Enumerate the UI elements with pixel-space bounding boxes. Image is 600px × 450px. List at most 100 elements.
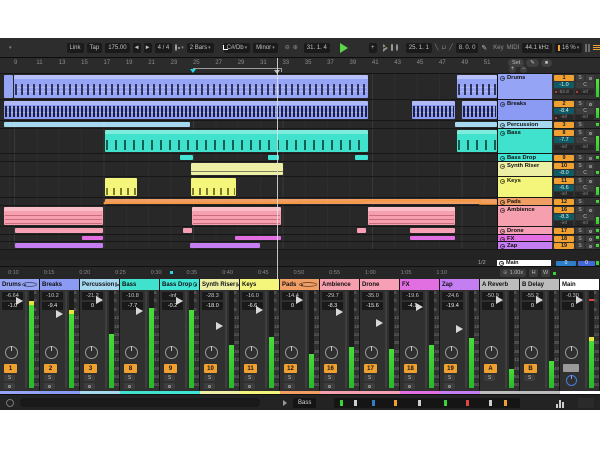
- drone-clip[interactable]: [15, 228, 103, 233]
- arm-button[interactable]: [586, 101, 594, 107]
- fader-handle[interactable]: [456, 325, 463, 333]
- fader-handle[interactable]: [176, 297, 183, 305]
- main-send-b-chip[interactable]: 0: [578, 261, 595, 266]
- link-button[interactable]: Link: [67, 43, 84, 53]
- drums-clip[interactable]: [457, 75, 497, 98]
- track-header-synth-riser[interactable]: Synth Riser10S-8.0C: [498, 162, 600, 177]
- zoom-in-button[interactable]: +: [509, 66, 516, 73]
- volume-field[interactable]: -7.7: [554, 137, 574, 143]
- track-activator-icon[interactable]: [500, 76, 505, 81]
- track-number-button[interactable]: 3: [84, 364, 97, 373]
- quantization-menu[interactable]: 2 Bars▾: [187, 43, 214, 53]
- peak-level-field[interactable]: -19.6: [402, 292, 423, 300]
- track-number-button[interactable]: 2: [44, 364, 57, 373]
- track-lane-drone[interactable]: [0, 227, 497, 235]
- track-header-bass-drop[interactable]: Bass Drop9S: [498, 154, 600, 162]
- track-activator-icon[interactable]: [500, 244, 505, 249]
- position-minus-icon[interactable]: ⊖: [285, 44, 290, 51]
- arm-button[interactable]: [284, 383, 295, 389]
- track-name-block[interactable]: Zap: [498, 242, 552, 249]
- arm-button[interactable]: [586, 75, 594, 81]
- bass-drop-clip[interactable]: [180, 155, 193, 160]
- fader-handle[interactable]: [296, 296, 303, 304]
- bass-clip[interactable]: [457, 130, 497, 152]
- play-button[interactable]: [340, 43, 348, 53]
- track-activator-icon[interactable]: [500, 102, 505, 107]
- solo-button[interactable]: S: [576, 243, 584, 249]
- track-lane-ambience[interactable]: [0, 206, 497, 227]
- solo-button[interactable]: S: [576, 130, 584, 136]
- pan-knob[interactable]: [525, 346, 538, 359]
- send-field[interactable]: -inf: [575, 145, 594, 150]
- metronome-caret-icon[interactable]: ▾: [181, 45, 184, 51]
- track-lane-fx[interactable]: [0, 235, 497, 242]
- pan-knob[interactable]: [325, 346, 338, 359]
- pan-knob[interactable]: [445, 346, 458, 359]
- fader-value-field[interactable]: -19.4: [442, 302, 463, 310]
- fader-handle[interactable]: [336, 308, 343, 316]
- mixer-strip-header[interactable]: Ambience: [320, 279, 359, 290]
- midi-map-button[interactable]: MIDI: [507, 45, 520, 51]
- send-field[interactable]: -inf: [554, 192, 573, 197]
- track-name-block[interactable]: Percussion: [498, 121, 552, 128]
- solo-button[interactable]: S: [484, 375, 495, 381]
- draw-mode-icon[interactable]: [391, 44, 393, 51]
- track-header-breaks[interactable]: Breaks2S-8.4C-inf-inf: [498, 100, 600, 121]
- arrangement-position-field[interactable]: 31. 1. 4: [304, 43, 330, 53]
- volume-field[interactable]: -8.4: [554, 108, 574, 114]
- arm-button[interactable]: [586, 155, 594, 161]
- track-activator-icon[interactable]: [500, 179, 505, 184]
- track-name-block[interactable]: Keys: [498, 177, 552, 197]
- fader-handle[interactable]: [256, 306, 263, 314]
- zoom-out-button[interactable]: −: [520, 66, 527, 73]
- drone-clip[interactable]: [183, 228, 192, 233]
- breaks-clip[interactable]: [462, 101, 497, 119]
- arm-button[interactable]: [324, 383, 335, 389]
- track-header-bass[interactable]: Bass8S-7.7C-inf-inf: [498, 129, 600, 154]
- track-lane-zap[interactable]: [0, 242, 497, 250]
- track-number-button[interactable]: 1: [554, 75, 574, 81]
- track-number-button[interactable]: A: [484, 364, 497, 373]
- send-field[interactable]: -52.8: [554, 90, 573, 95]
- mixer-strip-header[interactable]: Bass: [120, 279, 159, 290]
- solo-button[interactable]: S: [444, 375, 455, 381]
- track-number-button[interactable]: 8: [554, 130, 574, 136]
- nudge-up-button[interactable]: ►: [144, 43, 152, 53]
- mixer-strip-header[interactable]: Zap: [440, 279, 479, 290]
- pan-knob[interactable]: [45, 346, 58, 359]
- punch-in-icon[interactable]: ╲: [435, 44, 439, 51]
- track-number-button[interactable]: 10: [204, 364, 217, 373]
- zoom-width-button[interactable]: W: [541, 269, 550, 277]
- fx-clip[interactable]: [82, 236, 103, 240]
- volume-field[interactable]: -1.0: [554, 82, 574, 88]
- track-number-button[interactable]: 17: [554, 228, 574, 234]
- draw-pencil-icon[interactable]: ✎: [481, 44, 487, 52]
- solo-button[interactable]: S: [576, 122, 584, 128]
- send-field[interactable]: -inf: [575, 115, 594, 120]
- arm-button[interactable]: [586, 130, 594, 136]
- track-number-button[interactable]: B: [524, 364, 537, 373]
- send-field[interactable]: -inf: [554, 221, 573, 226]
- draw-pill-icon[interactable]: ✎: [526, 59, 539, 67]
- ambience-clip[interactable]: [4, 207, 103, 225]
- track-number-button[interactable]: 9: [554, 155, 574, 161]
- loop-start-field[interactable]: 25. 1. 1: [406, 43, 432, 53]
- solo-button[interactable]: S: [44, 375, 55, 381]
- lock-pill-icon[interactable]: ■: [541, 59, 552, 67]
- track-name-block[interactable]: Pads: [498, 198, 552, 205]
- mixer-strip-header[interactable]: Percussion: [80, 279, 119, 290]
- new-button[interactable]: +: [369, 43, 377, 53]
- solo-button[interactable]: S: [576, 199, 584, 205]
- track-activator-icon[interactable]: [500, 164, 505, 169]
- track-name-block[interactable]: FX: [498, 235, 552, 241]
- pan-knob[interactable]: [365, 346, 378, 359]
- pan-knob[interactable]: [165, 346, 178, 359]
- cue-volume-knob[interactable]: [566, 375, 577, 386]
- track-number-button[interactable]: 19: [554, 243, 574, 249]
- peak-level-field[interactable]: -24.6: [442, 292, 463, 300]
- peak-level-field[interactable]: -29.7: [322, 292, 343, 300]
- mixer-strip-header[interactable]: A Reverb: [480, 279, 519, 290]
- track-number-button[interactable]: 1: [4, 364, 17, 373]
- solo-button[interactable]: S: [576, 228, 584, 234]
- track-header-zap[interactable]: Zap19S: [498, 242, 600, 250]
